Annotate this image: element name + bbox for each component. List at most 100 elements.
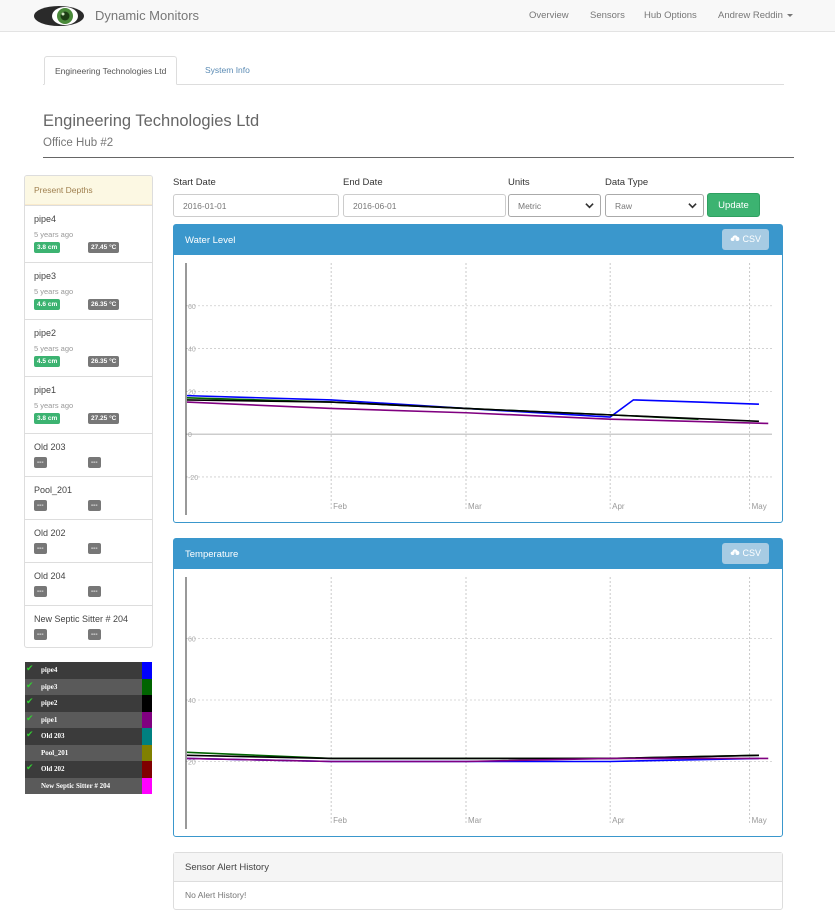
legend-row-pipe3[interactable]: ✔ pipe3: [25, 678, 152, 695]
sensor-item-pipe4[interactable]: pipe4 5 years ago 3.8 cm 27.45 °C: [25, 205, 152, 262]
y-tick-label: 40: [188, 698, 196, 705]
legend-label: New Septic Sitter # 204: [41, 781, 111, 790]
units-value: Metric: [518, 201, 542, 211]
legend-row-new-septic-sitter-204[interactable]: New Septic Sitter # 204: [25, 777, 152, 794]
legend-row-pool-201[interactable]: Pool_201: [25, 744, 152, 761]
sensor-item-pipe3[interactable]: pipe3 5 years ago 4.6 cm 26.35 °C: [25, 262, 152, 319]
temp-badge: 27.45 °C: [88, 242, 120, 253]
alert-empty-message: No Alert History!: [185, 890, 247, 900]
y-tick-label: 60: [188, 304, 196, 311]
series-line-pipe1: [186, 401, 769, 425]
legend-swatch: [142, 777, 152, 794]
csv-label: CSV: [742, 548, 762, 558]
nav-hub-options[interactable]: Hub Options: [644, 10, 697, 21]
legend-row-old-202[interactable]: ✔ Old 202: [25, 761, 152, 778]
sensor-item-pool-201[interactable]: Pool_201 --- ---: [25, 476, 152, 519]
sensor-item-pipe1[interactable]: pipe1 5 years ago 3.8 cm 27.25 °C: [25, 376, 152, 433]
data-type-value: Raw: [615, 201, 633, 211]
tab-system-info[interactable]: System Info: [195, 56, 260, 85]
eye-logo-icon[interactable]: [33, 3, 85, 29]
temp-badge: ---: [88, 629, 101, 640]
cloud-download-icon: [730, 549, 740, 556]
sensor-item-old-204[interactable]: Old 204 --- ---: [25, 562, 152, 605]
depth-badge: 4.6 cm: [34, 299, 61, 310]
csv-download-button[interactable]: CSV: [722, 543, 769, 564]
legend-swatch: [142, 711, 152, 728]
sensor-alert-panel: Sensor Alert History No Alert History!: [173, 852, 783, 910]
x-tick-label: May: [752, 816, 767, 825]
y-tick-label: 20: [188, 760, 196, 767]
x-tick-label: May: [752, 502, 767, 511]
check-icon: ✔: [26, 679, 34, 690]
x-tick-label: Apr: [612, 502, 625, 511]
legend-label: Old 203: [41, 732, 65, 740]
y-tick-label: 60: [188, 637, 196, 644]
depth-badge: ---: [34, 500, 47, 511]
present-depths-heading: Present Depths: [25, 176, 152, 205]
temperature-panel: Temperature CSV FebMarAprMayJun204060: [173, 538, 783, 837]
brand-name[interactable]: Dynamic Monitors: [95, 8, 199, 23]
sensor-timestamp: 5 years ago: [34, 401, 74, 410]
sensor-item-old-203[interactable]: Old 203 --- ---: [25, 433, 152, 476]
tab-engineering-technologies[interactable]: Engineering Technologies Ltd: [44, 56, 178, 85]
end-date-input[interactable]: 2016-06-01: [343, 194, 506, 217]
series-legend: ✔ pipe4 ✔ pipe3 ✔ pipe2 ✔ pipe1 ✔ Old 20…: [25, 662, 152, 796]
csv-download-button[interactable]: CSV: [722, 229, 769, 250]
y-tick-label: 0: [188, 432, 192, 439]
sensor-item-new-septic-sitter-204[interactable]: New Septic Sitter # 204 --- ---: [25, 605, 152, 647]
sensor-name: pipe2: [34, 328, 57, 338]
legend-label: pipe4: [41, 666, 58, 674]
units-label: Units: [508, 177, 530, 188]
water-level-chart[interactable]: FebMarAprMayJun-200204060: [174, 255, 782, 522]
sensor-name: New Septic Sitter # 204: [34, 614, 129, 624]
chevron-down-icon: [585, 203, 594, 209]
legend-label: Old 202: [41, 765, 65, 773]
data-type-select[interactable]: Raw: [605, 194, 704, 217]
legend-swatch: [142, 728, 152, 745]
temperature-chart[interactable]: FebMarAprMayJun204060: [174, 569, 782, 836]
y-tick-label: -20: [188, 475, 198, 482]
x-tick-label: Mar: [468, 502, 482, 511]
sensor-name: Old 204: [34, 571, 66, 581]
sensor-name: pipe1: [34, 385, 57, 395]
depth-badge: ---: [34, 543, 47, 554]
legend-row-pipe1[interactable]: ✔ pipe1: [25, 711, 152, 728]
end-date-label: End Date: [343, 177, 383, 188]
start-date-label: Start Date: [173, 177, 216, 188]
sensor-item-pipe2[interactable]: pipe2 5 years ago 4.5 cm 26.35 °C: [25, 319, 152, 376]
legend-swatch: [142, 761, 152, 778]
sensor-item-old-202[interactable]: Old 202 --- ---: [25, 519, 152, 562]
y-tick-label: 40: [188, 347, 196, 354]
sensor-name: Old 203: [34, 442, 66, 452]
page-title: Engineering Technologies Ltd: [43, 112, 260, 130]
check-icon: ✔: [26, 762, 34, 772]
temperature-panel-header: Temperature CSV: [174, 539, 782, 569]
check-icon: ✔: [26, 729, 34, 739]
present-depths-panel: Present Depths pipe4 5 years ago 3.8 cm …: [24, 175, 153, 648]
cloud-download-icon: [730, 235, 740, 242]
depth-badge: 3.8 cm: [34, 242, 61, 253]
caret-down-icon: [786, 13, 793, 17]
legend-label: pipe3: [41, 682, 58, 691]
units-select[interactable]: Metric: [508, 194, 601, 217]
depth-badge: ---: [34, 457, 47, 468]
check-icon: ✔: [26, 663, 34, 673]
legend-row-pipe2[interactable]: ✔ pipe2: [25, 695, 152, 712]
nav-overview[interactable]: Overview: [529, 10, 569, 21]
temp-badge: ---: [88, 586, 101, 597]
temp-badge: 26.35 °C: [88, 356, 120, 367]
user-name: Andrew Reddin: [718, 10, 783, 21]
sensor-name: Old 202: [34, 528, 66, 538]
user-menu[interactable]: Andrew Reddin: [718, 10, 793, 21]
nav-sensors[interactable]: Sensors: [590, 10, 625, 21]
start-date-input[interactable]: 2016-01-01: [173, 194, 339, 217]
x-tick-label: Apr: [612, 816, 625, 825]
depth-badge: ---: [34, 629, 47, 640]
temp-badge: ---: [88, 457, 101, 468]
update-button[interactable]: Update: [707, 193, 760, 217]
title-divider: [43, 157, 794, 158]
sensor-name: pipe3: [34, 271, 57, 281]
legend-row-old-203[interactable]: ✔ Old 203: [25, 728, 152, 745]
depth-badge: ---: [34, 586, 47, 597]
legend-row-pipe4[interactable]: ✔ pipe4: [25, 662, 152, 679]
